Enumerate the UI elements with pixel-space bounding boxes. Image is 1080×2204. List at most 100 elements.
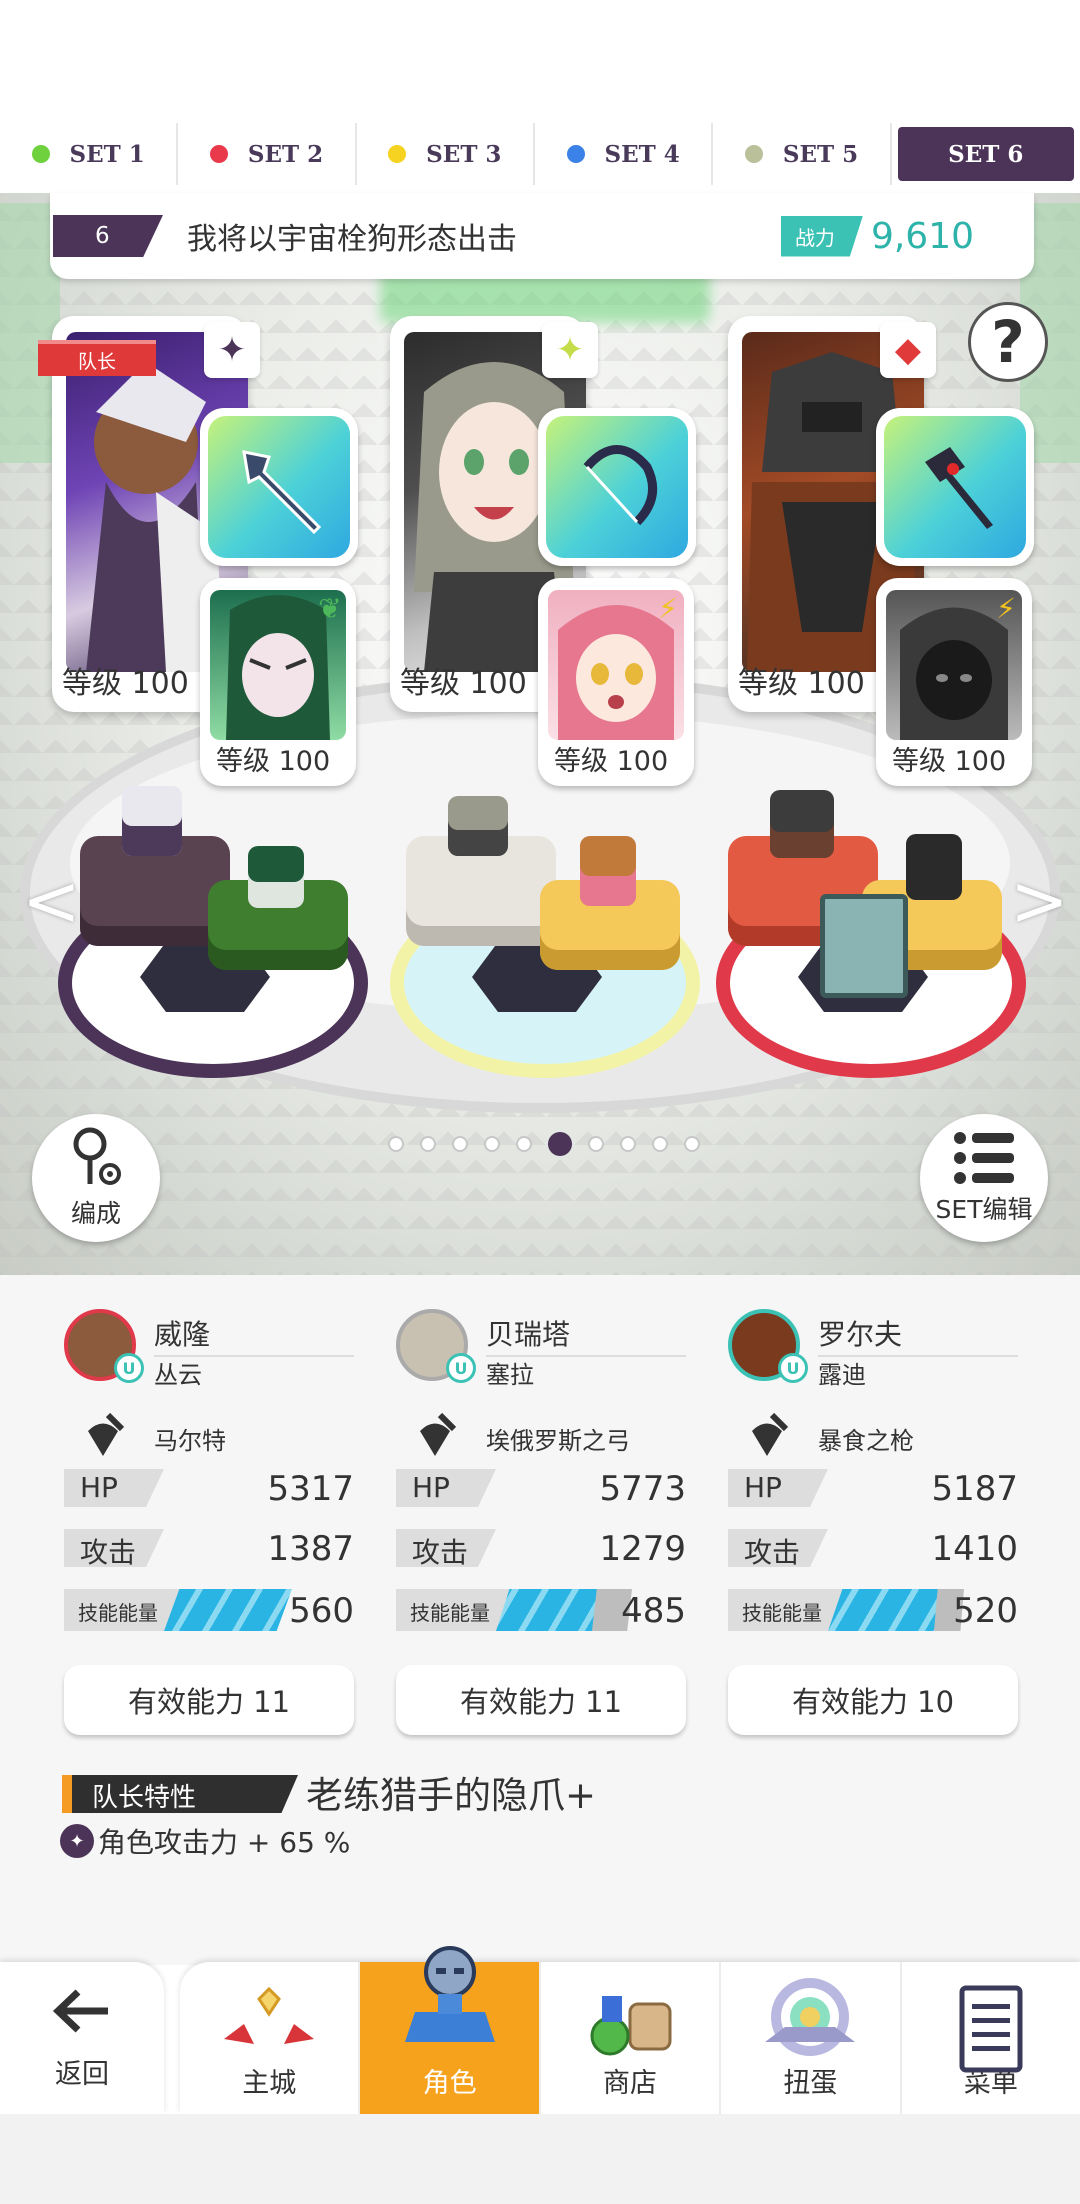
hp-row: HP 5317: [64, 1469, 354, 1513]
character-icon: [404, 1946, 495, 2042]
unique-badge-icon: U: [446, 1353, 476, 1383]
page-dot[interactable]: [588, 1136, 604, 1152]
skill-energy-value: 520: [953, 1591, 1018, 1631]
dark-element-icon: ✦: [60, 1824, 94, 1858]
weapon-slot-3[interactable]: [876, 408, 1034, 566]
effective-ability-button[interactable]: 有效能力 10: [728, 1665, 1018, 1735]
leader-trait-effect: ✦ 角色攻击力 + 65 %: [60, 1821, 350, 1861]
pixel-character-rudy[interactable]: [906, 834, 962, 900]
page-dot[interactable]: [516, 1136, 532, 1152]
hp-label: HP: [64, 1469, 164, 1507]
team-name: 我将以宇宙栓狗形态出击: [187, 222, 517, 257]
sub-character-level: 等级 100: [554, 746, 669, 777]
weapon-sword-icon: [752, 1412, 789, 1456]
menu-icon: [959, 1985, 1023, 2073]
team-number: 6: [53, 215, 163, 257]
attack-value: 1410: [931, 1529, 1018, 1569]
weapon-slot-1[interactable]: [200, 408, 358, 566]
lightning-element-icon: ⚡: [658, 591, 678, 625]
weapon-sword-icon: [420, 1412, 457, 1456]
effective-ability-button[interactable]: 有效能力 11: [64, 1665, 354, 1735]
attack-row: 攻击 1279: [396, 1529, 686, 1573]
nav-item-menu[interactable]: 菜单: [902, 1962, 1080, 2114]
bow-weapon-icon: [583, 445, 658, 526]
set-1-dot-icon: [31, 145, 50, 163]
help-button[interactable]: ?: [968, 302, 1048, 382]
page-dot[interactable]: [684, 1136, 700, 1152]
page-dot[interactable]: [652, 1136, 668, 1152]
effective-ability-button[interactable]: 有效能力 11: [396, 1665, 686, 1735]
nav-item-character[interactable]: 角色: [360, 1946, 541, 2114]
bottom-nav: 返回 主城 角色 商店 扭蛋 菜单: [0, 1946, 1080, 2114]
weapon-name: 暴食之枪: [818, 1427, 914, 1455]
page-dot[interactable]: [420, 1136, 436, 1152]
set-edit-button[interactable]: SET编辑: [920, 1114, 1048, 1242]
set-5-dot-icon: [744, 145, 763, 163]
unique-badge-icon: U: [778, 1353, 808, 1383]
page-dot[interactable]: [484, 1136, 500, 1152]
page-indicator: [388, 1132, 700, 1156]
attack-label: 攻击: [64, 1529, 164, 1567]
pixel-character-wilron[interactable]: [122, 786, 182, 856]
nav-label: 商店: [603, 2068, 658, 2099]
tab-label: SET 2: [247, 140, 324, 168]
hp-label: HP: [396, 1469, 496, 1507]
sub-character-card-3[interactable]: ⚡ 等级 100: [876, 578, 1032, 786]
back-arrow-icon: [52, 1988, 108, 2033]
character-name: 罗尔夫: [818, 1313, 1018, 1357]
sub-character-card-2[interactable]: ⚡ 等级 100: [538, 578, 694, 786]
skill-energy-value: 485: [621, 1591, 686, 1631]
nav-label: 主城: [242, 2068, 297, 2099]
character-level: 等级 100: [738, 666, 865, 701]
tab-set-2[interactable]: SET 2: [178, 123, 357, 185]
attack-value: 1279: [599, 1529, 686, 1569]
skill-energy-row: 技能能量 560: [64, 1589, 354, 1631]
weapon-sword-icon: [88, 1412, 125, 1456]
tab-set-6[interactable]: SET 6: [897, 127, 1074, 181]
dark-element-icon: ✦: [204, 322, 260, 378]
tab-set-1[interactable]: SET 1: [0, 123, 179, 185]
hp-label: HP: [728, 1469, 828, 1507]
wind-element-icon: ❦: [318, 591, 342, 625]
team-header[interactable]: 6 我将以宇宙栓狗形态出击 战力 9,610: [50, 193, 1034, 279]
tab-set-3[interactable]: SET 3: [357, 123, 535, 185]
tab-set-5[interactable]: SET 5: [713, 123, 892, 185]
pixel-character-murakumo[interactable]: [248, 846, 304, 908]
hp-value: 5773: [599, 1469, 686, 1509]
pixel-character-beretta[interactable]: [448, 796, 508, 856]
tab-label: SET 1: [69, 140, 145, 168]
page-dot[interactable]: [388, 1136, 404, 1152]
pixel-character-rolf[interactable]: [770, 790, 834, 858]
sub-character-level: 等级 100: [216, 746, 331, 777]
sub-character-name: 丛云: [154, 1361, 202, 1389]
attack-value: 1387: [267, 1529, 354, 1569]
skill-energy-bar: [828, 1589, 948, 1631]
weapon-slot-2[interactable]: [538, 408, 696, 566]
captain-badge: 队长: [38, 340, 156, 376]
page-dot[interactable]: [452, 1136, 468, 1152]
attack-row: 攻击 1387: [64, 1529, 354, 1573]
next-team-arrow-icon[interactable]: >: [1010, 860, 1069, 942]
prev-team-arrow-icon[interactable]: <: [22, 860, 81, 942]
formation-button[interactable]: 编成: [32, 1114, 160, 1242]
power-value: 9,610: [870, 215, 974, 257]
tab-label: SET 3: [426, 140, 502, 168]
leader-trait-label: 队长特性: [62, 1775, 298, 1813]
nav-bar: 主城 角色 商店 扭蛋 菜单: [180, 1946, 1080, 2114]
sub-character-card-1[interactable]: ❦ 等级 100: [200, 578, 356, 786]
nav-item-gacha[interactable]: 扭蛋: [721, 1962, 902, 2114]
skill-energy-row: 技能能量 485: [396, 1589, 686, 1631]
nav-item-town[interactable]: 主城: [180, 1962, 361, 2114]
back-button[interactable]: 返回: [0, 1962, 164, 2114]
tab-set-4[interactable]: SET 4: [535, 123, 714, 185]
attack-label: 攻击: [728, 1529, 828, 1567]
page-dot[interactable]: [620, 1136, 636, 1152]
pixel-character-sera[interactable]: [580, 836, 636, 906]
tab-label: SET 6: [948, 140, 1024, 168]
set-2-dot-icon: [209, 145, 228, 163]
sub-character-level: 等级 100: [892, 746, 1007, 777]
system-gesture-area: [0, 2114, 1080, 2204]
nav-item-shop[interactable]: 商店: [541, 1962, 722, 2114]
weapon-name: 马尔特: [154, 1427, 226, 1455]
page-dot-active[interactable]: [548, 1132, 572, 1156]
